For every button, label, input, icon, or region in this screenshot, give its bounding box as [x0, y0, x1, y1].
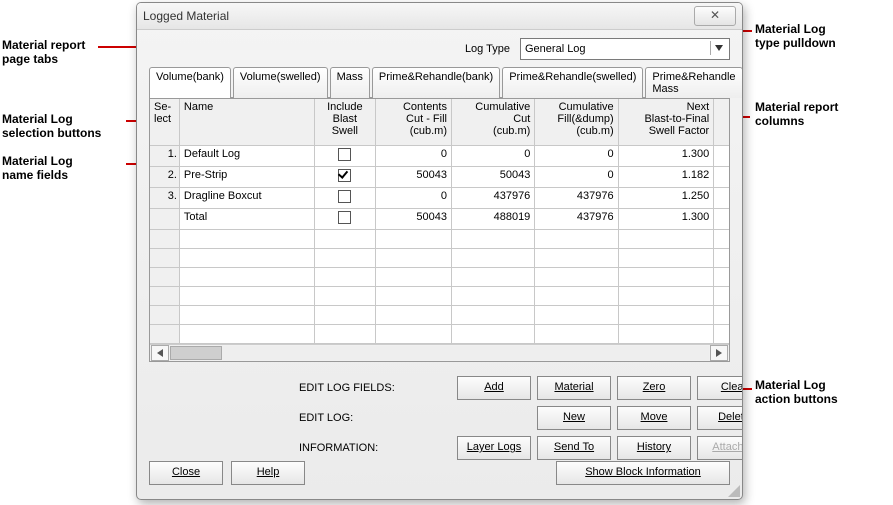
col-next-total-swell[interactable]: Next Total. Swell Factor [714, 99, 730, 146]
col-contents[interactable]: Contents Cut - Fill (cub.m) [376, 99, 452, 146]
window-close-button[interactable]: ✕ [694, 6, 736, 26]
section-edit-fields: EDIT LOG FIELDS: [299, 382, 449, 394]
col-name[interactable]: Name [179, 99, 314, 146]
chevron-down-icon [710, 41, 727, 55]
next-blast-final-cell: 1.182 [618, 167, 714, 188]
annotation-name-fields: Material Log name fields [2, 154, 73, 183]
log-name-cell[interactable]: Dragline Boxcut [179, 188, 314, 209]
include-blast-swell-cell[interactable] [314, 167, 375, 188]
table-row[interactable]: 3.Dragline Boxcut04379764379761.2501.250… [150, 188, 730, 209]
scroll-left-icon[interactable] [151, 345, 169, 361]
table-row-empty [150, 287, 730, 306]
next-total-swell-cell: 1.300 [714, 146, 730, 167]
resize-grip-icon[interactable] [726, 483, 740, 497]
col-include-blast-swell[interactable]: Include Blast Swell [314, 99, 375, 146]
section-information: INFORMATION: [299, 442, 449, 454]
cumulative-fill-cell: 0 [535, 167, 618, 188]
cumulative-fill-cell: 437976 [535, 188, 618, 209]
contents-cell: 0 [376, 146, 452, 167]
log-name-cell[interactable]: Default Log [179, 146, 314, 167]
layer-logs-button[interactable]: Layer Logs [457, 436, 531, 460]
next-total-swell-cell: 1.250 [714, 188, 730, 209]
table-header-row: Se- lect Name Include Blast Swell Conten… [150, 99, 730, 146]
table-row-empty [150, 249, 730, 268]
attached-button: Attached [697, 436, 743, 460]
cumulative-fill-cell: 0 [535, 146, 618, 167]
log-name-cell[interactable]: Total [179, 209, 314, 230]
history-button[interactable]: History [617, 436, 691, 460]
annotation-type-pulldown: Material Log type pulldown [755, 22, 836, 51]
table-row[interactable]: 2.Pre-Strip500435004301.1821.3002.6502.0 [150, 167, 730, 188]
next-total-swell-cell: 1.300 [714, 167, 730, 188]
tab-volume-bank[interactable]: Volume(bank) [149, 67, 231, 98]
tab-prime-rehandle-swelled[interactable]: Prime&Rehandle(swelled) [502, 67, 643, 98]
material-table: Se- lect Name Include Blast Swell Conten… [149, 98, 730, 362]
logged-material-dialog: Logged Material ✕ Log Type General Log V… [136, 2, 743, 500]
close-button[interactable]: Close [149, 461, 223, 485]
send-to-button[interactable]: Send To [537, 436, 611, 460]
table-row[interactable]: Total500434880194379761.3001.3002.6502.0 [150, 209, 730, 230]
tab-volume-swelled[interactable]: Volume(swelled) [233, 67, 328, 98]
cumulative-cut-cell: 0 [451, 146, 534, 167]
section-edit-log: EDIT LOG: [299, 412, 449, 424]
log-type-value: General Log [525, 43, 586, 55]
next-total-swell-cell: 1.300 [714, 209, 730, 230]
table-row[interactable]: 1.Default Log0001.3001.3002.6500.0 [150, 146, 730, 167]
checkbox-icon[interactable] [338, 169, 351, 182]
table-row-empty [150, 306, 730, 325]
report-tabs: Volume(bank) Volume(swelled) Mass Prime&… [149, 66, 730, 98]
col-next-blast-final[interactable]: Next Blast-to-Final Swell Factor [618, 99, 714, 146]
table-row-empty [150, 325, 730, 344]
titlebar[interactable]: Logged Material ✕ [137, 3, 742, 30]
window-title: Logged Material [143, 9, 229, 23]
log-type-select[interactable]: General Log [520, 38, 730, 60]
row-number[interactable]: 1. [150, 146, 179, 167]
contents-cell: 50043 [376, 167, 452, 188]
include-blast-swell-cell[interactable] [314, 188, 375, 209]
add-button[interactable]: Add [457, 376, 531, 400]
col-select[interactable]: Se- lect [150, 99, 179, 146]
cumulative-cut-cell: 437976 [451, 188, 534, 209]
annotation-report-columns: Material report columns [755, 100, 838, 129]
table-row-empty [150, 268, 730, 287]
checkbox-icon[interactable] [338, 148, 351, 161]
row-number[interactable]: 2. [150, 167, 179, 188]
cumulative-cut-cell: 50043 [451, 167, 534, 188]
tab-mass[interactable]: Mass [330, 67, 370, 98]
log-name-cell[interactable]: Pre-Strip [179, 167, 314, 188]
col-cumulative-fill[interactable]: Cumulative Fill(&dump) (cub.m) [535, 99, 618, 146]
clear-button[interactable]: Clear [697, 376, 743, 400]
tab-prime-rehandle-mass[interactable]: Prime&Rehandle Mass [645, 67, 742, 98]
col-cumulative-cut[interactable]: Cumulative Cut (cub.m) [451, 99, 534, 146]
help-button[interactable]: Help [231, 461, 305, 485]
annotation-action-buttons: Material Log action buttons [755, 378, 838, 407]
move-button[interactable]: Move [617, 406, 691, 430]
tab-prime-rehandle-bank[interactable]: Prime&Rehandle(bank) [372, 67, 500, 98]
new-button[interactable]: New [537, 406, 611, 430]
zero-button[interactable]: Zero [617, 376, 691, 400]
next-blast-final-cell: 1.250 [618, 188, 714, 209]
scroll-thumb[interactable] [170, 346, 222, 360]
checkbox-icon[interactable] [338, 190, 351, 203]
annotation-report-tabs: Material report page tabs [2, 38, 85, 67]
row-number[interactable] [150, 209, 179, 230]
include-blast-swell-cell[interactable] [314, 209, 375, 230]
row-number[interactable]: 3. [150, 188, 179, 209]
horizontal-scrollbar[interactable] [150, 344, 729, 361]
delete-button[interactable]: Delete [697, 406, 743, 430]
contents-cell: 0 [376, 188, 452, 209]
checkbox-icon[interactable] [338, 211, 351, 224]
next-blast-final-cell: 1.300 [618, 146, 714, 167]
material-button[interactable]: Material [537, 376, 611, 400]
include-blast-swell-cell[interactable] [314, 146, 375, 167]
scroll-right-icon[interactable] [710, 345, 728, 361]
annotation-selection-buttons: Material Log selection buttons [2, 112, 101, 141]
show-block-information-button[interactable]: Show Block Information [556, 461, 730, 485]
table-row-empty [150, 230, 730, 249]
log-type-label: Log Type [465, 43, 510, 55]
contents-cell: 50043 [376, 209, 452, 230]
cumulative-cut-cell: 488019 [451, 209, 534, 230]
cumulative-fill-cell: 437976 [535, 209, 618, 230]
next-blast-final-cell: 1.300 [618, 209, 714, 230]
